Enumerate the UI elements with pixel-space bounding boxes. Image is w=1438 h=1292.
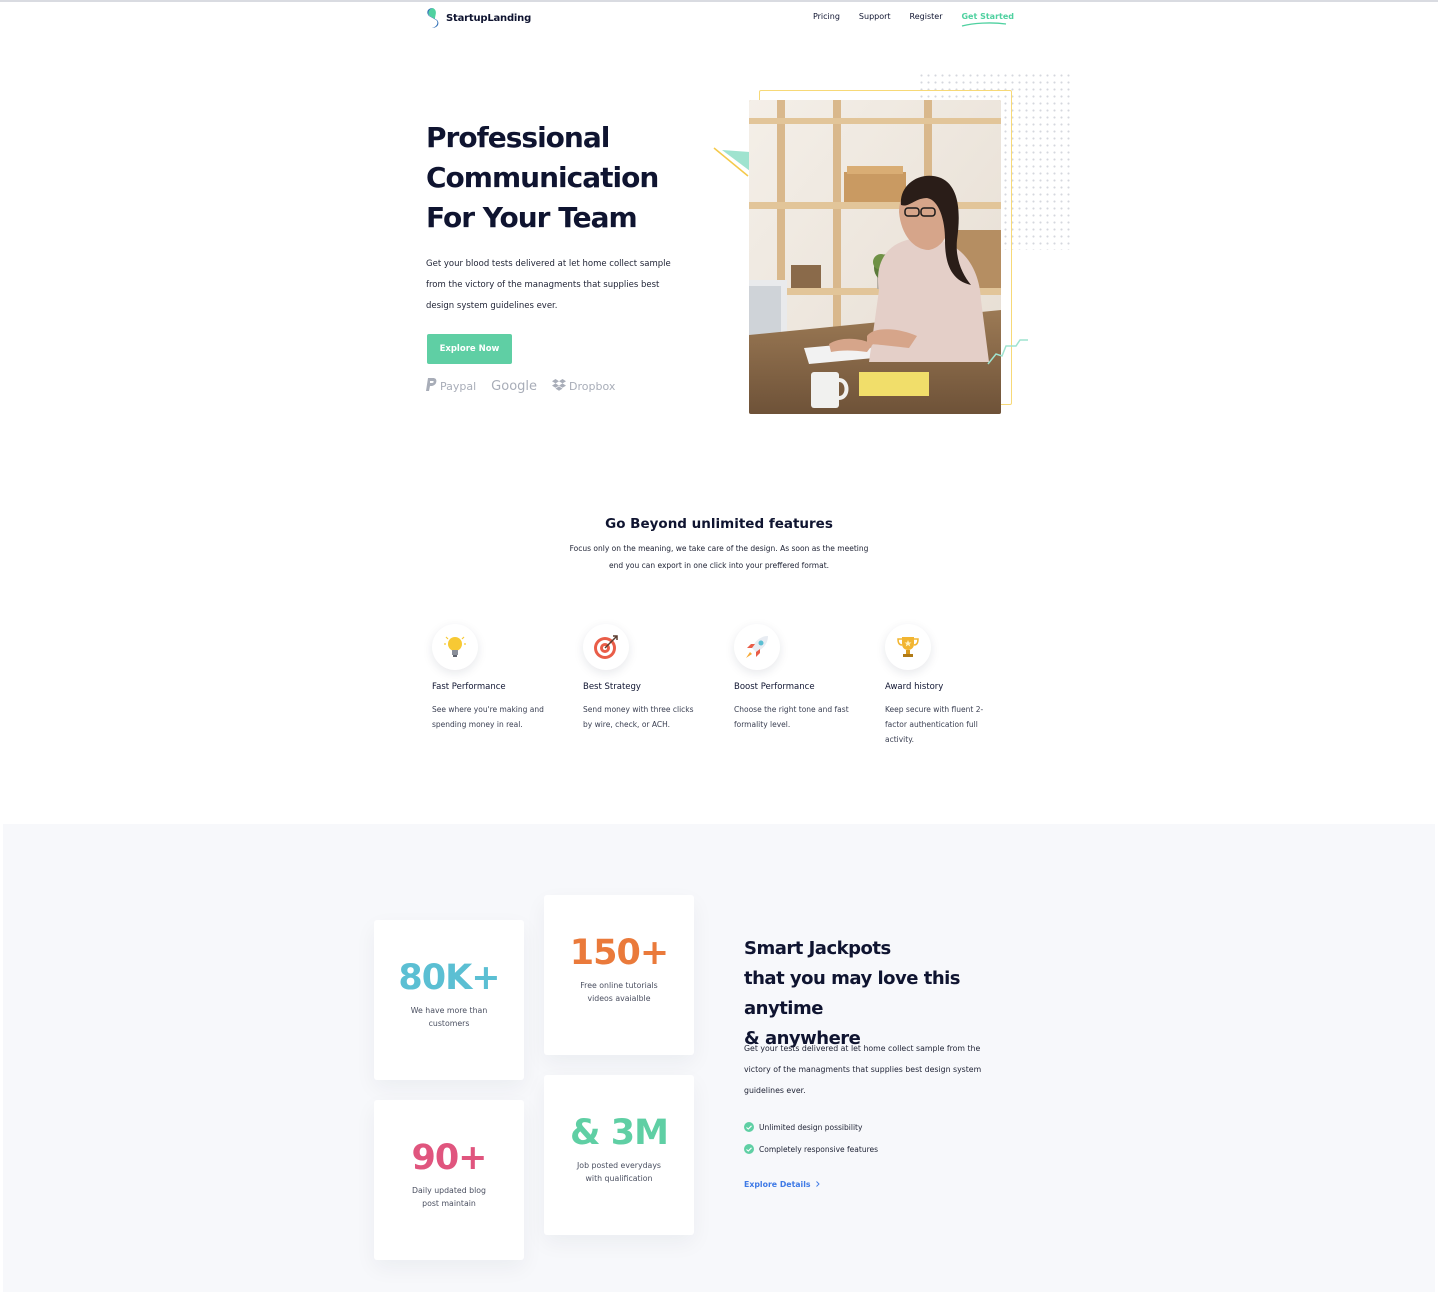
check-icon bbox=[744, 1122, 754, 1132]
check-label: Unlimited design possibility bbox=[759, 1122, 863, 1132]
stat-card: 90+ Daily updated blog post maintain bbox=[374, 1100, 524, 1260]
explore-details-label: Explore Details bbox=[744, 1180, 811, 1189]
feature-icon-wrap bbox=[432, 624, 478, 670]
paypal-icon bbox=[426, 378, 437, 394]
feature-name: Fast Performance bbox=[432, 682, 506, 692]
hero-title-line: Communication bbox=[426, 161, 659, 194]
feature-card: Fast Performance See where you're making… bbox=[432, 624, 562, 732]
target-icon bbox=[594, 635, 618, 659]
trophy-icon bbox=[897, 637, 919, 657]
woman-at-desk-image bbox=[749, 100, 1001, 414]
feature-name: Best Strategy bbox=[583, 682, 641, 692]
stat-card: 80K+ We have more than customers bbox=[374, 920, 524, 1080]
lightbulb-icon bbox=[444, 636, 466, 657]
explore-now-button[interactable]: Explore Now bbox=[427, 334, 512, 364]
hero-title: Professional Communication For Your Team bbox=[426, 118, 726, 238]
brand-logo[interactable]: StartupLanding bbox=[426, 8, 531, 28]
nav-link-register[interactable]: Register bbox=[910, 12, 943, 21]
brand-label: Paypal bbox=[440, 379, 477, 393]
nav-links: Pricing Support Register Get Started bbox=[794, 12, 1014, 27]
check-label: Completely responsive features bbox=[759, 1144, 879, 1154]
stats-section bbox=[3, 824, 1435, 1292]
dropbox-icon bbox=[552, 378, 567, 394]
stat-label: Free online tutorials videos avaialble bbox=[580, 981, 658, 1003]
jackpots-title-line: that you may love this anytime bbox=[744, 968, 961, 1019]
stat-value: & 3M bbox=[570, 1113, 669, 1153]
brand-name: StartupLanding bbox=[446, 12, 532, 24]
partner-brands: Paypal Google Dropbox bbox=[426, 378, 630, 394]
stat-value: 150+ bbox=[569, 933, 669, 973]
growth-line-icon bbox=[987, 339, 1028, 365]
hero-description: Get your blood tests delivered at let ho… bbox=[426, 259, 671, 311]
feature-description: Choose the right tone and fast formality… bbox=[734, 705, 849, 729]
feature-icon-wrap bbox=[885, 624, 931, 670]
brand-dropbox: Dropbox bbox=[552, 378, 616, 394]
brand-paypal: Paypal bbox=[426, 378, 476, 394]
features-title: Go Beyond unlimited features bbox=[605, 516, 833, 532]
hero-photo bbox=[749, 100, 1001, 414]
feature-card: Boost Performance Choose the right tone … bbox=[734, 624, 864, 732]
stat-value: 80K+ bbox=[398, 958, 500, 998]
nav-link-pricing[interactable]: Pricing bbox=[813, 12, 840, 21]
stat-label: We have more than customers bbox=[410, 1006, 488, 1028]
explore-details-link[interactable]: Explore Details bbox=[744, 1180, 820, 1189]
nav-get-started[interactable]: Get Started bbox=[961, 12, 1014, 27]
top-navigation: StartupLanding Pricing Support Register … bbox=[426, 6, 1014, 32]
underline-squiggle bbox=[962, 22, 1007, 27]
brand-label: Google bbox=[491, 378, 538, 394]
feature-name: Award history bbox=[885, 682, 944, 692]
stat-card: 150+ Free online tutorials videos avaial… bbox=[544, 895, 694, 1055]
feature-description: Keep secure with fluent 2-factor authent… bbox=[885, 705, 984, 744]
top-border bbox=[0, 0, 1438, 2]
hero-title-line: Professional bbox=[426, 121, 610, 154]
feature-check-item: Unlimited design possibility bbox=[744, 1122, 862, 1132]
feature-icon-wrap bbox=[583, 624, 629, 670]
jackpots-title-line: Smart Jackpots bbox=[744, 938, 891, 959]
feature-card: Best Strategy Send money with three clic… bbox=[583, 624, 713, 732]
brand-label: Dropbox bbox=[569, 379, 616, 393]
feature-icon-wrap bbox=[734, 624, 780, 670]
stat-value: 90+ bbox=[411, 1138, 487, 1178]
logo-icon bbox=[426, 8, 440, 28]
chevron-right-icon bbox=[815, 1180, 820, 1189]
stat-card: & 3M Job posted everydays with qualifica… bbox=[544, 1075, 694, 1235]
feature-description: Send money with three clicks by wire, ch… bbox=[583, 705, 694, 729]
feature-card: Award history Keep secure with fluent 2-… bbox=[885, 624, 1015, 747]
feature-check-item: Completely responsive features bbox=[744, 1144, 878, 1154]
feature-description: See where you're making and spending mon… bbox=[432, 705, 544, 729]
stat-label: Daily updated blog post maintain bbox=[412, 1186, 486, 1208]
feature-name: Boost Performance bbox=[734, 682, 815, 692]
stat-label: Job posted everydays with qualification bbox=[577, 1161, 661, 1183]
get-started-label: Get Started bbox=[961, 12, 1014, 21]
jackpots-description: Get your tests delivered at let home col… bbox=[744, 1044, 982, 1095]
features-subtitle: Focus only on the meaning, we take care … bbox=[569, 544, 869, 570]
rocket-icon bbox=[746, 636, 768, 658]
nav-link-support[interactable]: Support bbox=[859, 12, 891, 21]
jackpots-title: Smart Jackpots that you may love this an… bbox=[744, 934, 1004, 1054]
check-icon bbox=[744, 1144, 754, 1154]
hero-title-line: For Your Team bbox=[426, 201, 638, 234]
brand-google: Google bbox=[491, 379, 537, 394]
